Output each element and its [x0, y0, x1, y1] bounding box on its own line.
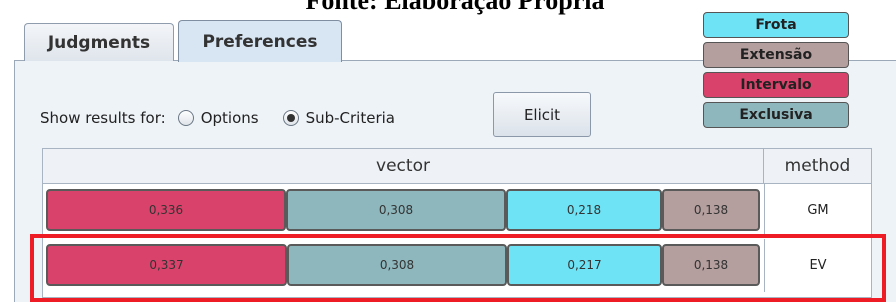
radio-options-button[interactable] — [177, 110, 194, 126]
tab-preferences[interactable]: Preferences — [178, 20, 342, 62]
legend-item-frota[interactable]: Frota — [703, 12, 849, 38]
vector-segment-intervalo: 0,336 — [46, 189, 286, 231]
elicit-button[interactable]: Elicit — [493, 92, 591, 137]
radio-sub-criteria-button[interactable] — [282, 110, 299, 126]
column-header-method[interactable]: method — [764, 149, 871, 184]
show-results-row: Show results for: Options Sub-Criteria — [40, 103, 419, 133]
radio-sub-criteria-label: Sub-Criteria — [305, 109, 395, 127]
legend-item-exclusiva[interactable]: Exclusiva — [703, 102, 849, 128]
vector-segment-frota: 0,218 — [506, 189, 662, 231]
vector-segment-frota: 0,217 — [507, 244, 662, 286]
criteria-legend: Frota Extensão Intervalo Exclusiva — [703, 12, 849, 132]
tab-judgments[interactable]: Judgments — [24, 23, 174, 61]
vector-segment-extensao: 0,138 — [662, 244, 760, 286]
method-cell: EV — [764, 239, 871, 292]
vector-segment-intervalo: 0,337 — [46, 244, 287, 286]
vector-segment-exclusiva: 0,308 — [287, 244, 507, 286]
legend-item-extensao[interactable]: Extensão — [703, 42, 849, 68]
table-row-gm[interactable]: 0,336 0,308 0,218 0,138 GM — [43, 184, 871, 237]
radio-sub-criteria[interactable]: Sub-Criteria — [282, 109, 395, 127]
table-row-ev[interactable]: 0,337 0,308 0,217 0,138 EV — [43, 239, 871, 292]
results-table: vector method 0,336 0,308 0,218 0,138 GM 0,… — [42, 148, 872, 298]
figure-caption: Fonte: Elaboração Própria — [305, 0, 605, 15]
method-cell: GM — [764, 184, 871, 236]
vector-segment-exclusiva: 0,308 — [286, 189, 506, 231]
legend-item-intervalo[interactable]: Intervalo — [703, 72, 849, 98]
column-header-vector[interactable]: vector — [43, 149, 764, 184]
show-results-label: Show results for: — [40, 109, 166, 127]
radio-options-label: Options — [200, 109, 259, 127]
vector-segment-extensao: 0,138 — [662, 189, 760, 231]
radio-options[interactable]: Options — [177, 109, 259, 127]
